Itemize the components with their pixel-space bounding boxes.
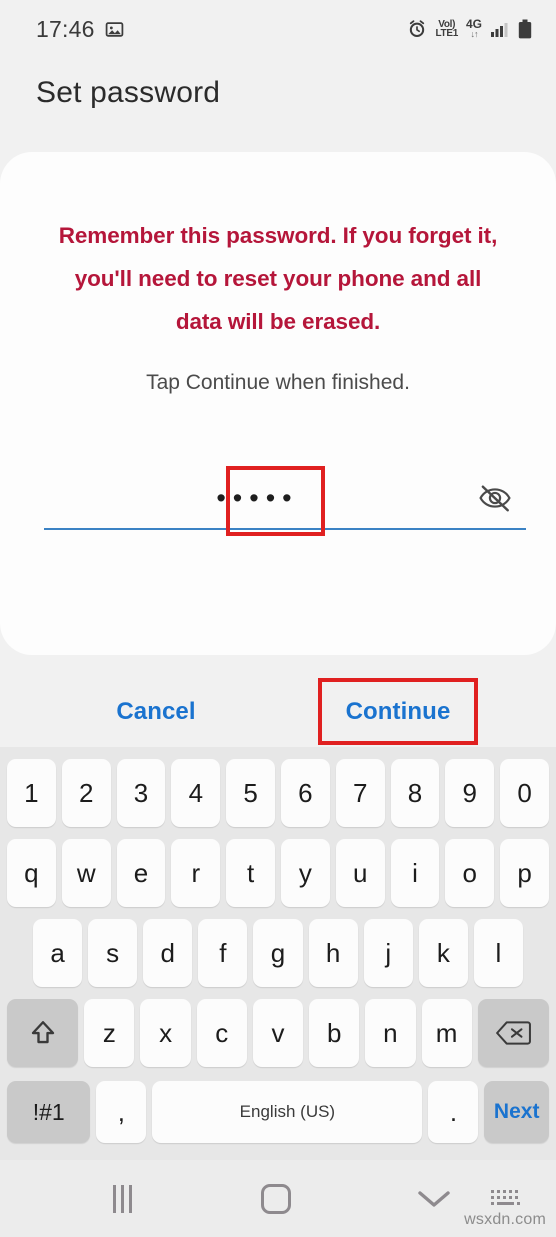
network-type-indicator: 4G ↓↑ [465, 17, 482, 39]
key-5[interactable]: 5 [226, 759, 275, 827]
space-key[interactable]: English (US) [152, 1081, 423, 1143]
key-s[interactable]: s [88, 919, 138, 987]
signal-bars-icon [490, 20, 510, 38]
key-z[interactable]: z [84, 999, 135, 1067]
key-o[interactable]: o [445, 839, 495, 907]
watermark: wsxdn.com [464, 1211, 546, 1228]
keyboard-row-space: !#1 , English (US) . Next [4, 1073, 552, 1151]
key-e[interactable]: e [116, 839, 166, 907]
key-h[interactable]: h [308, 919, 358, 987]
hint-text: Tap Continue when finished. [146, 371, 410, 394]
key-f[interactable]: f [198, 919, 248, 987]
warning-text: Remember this password. If you forget it… [58, 223, 498, 334]
backspace-icon[interactable] [477, 999, 549, 1067]
key-m[interactable]: m [421, 999, 472, 1067]
key-y[interactable]: y [281, 839, 330, 907]
recents-icon[interactable] [86, 1160, 158, 1237]
key-k[interactable]: k [418, 919, 468, 987]
key-g[interactable]: g [253, 919, 303, 987]
highlight-box-password [226, 466, 325, 536]
status-bar: 17:46 Vol) LTE1 4G ↓↑ [0, 0, 556, 58]
key-6[interactable]: 6 [281, 759, 330, 827]
data-arrows-icon: ↓↑ [470, 29, 478, 39]
home-square [261, 1183, 291, 1214]
image-icon [105, 20, 124, 39]
eye-off-icon[interactable] [464, 483, 526, 513]
keyboard-row-top: q w e r t y u i o p [4, 833, 552, 913]
recents-bars [112, 1184, 132, 1213]
key-q[interactable]: q [7, 839, 56, 907]
alarm-icon [407, 19, 427, 39]
cancel-button[interactable]: Cancel [76, 678, 236, 745]
keyboard-row-bottom: z x c v b n m [4, 993, 552, 1073]
key-w[interactable]: w [61, 839, 111, 907]
comma-key[interactable]: , [96, 1081, 147, 1143]
key-3[interactable]: 3 [116, 759, 166, 827]
key-r[interactable]: r [171, 839, 221, 907]
key-p[interactable]: p [500, 839, 549, 907]
status-bar-right: Vol) LTE1 4G ↓↑ [407, 17, 532, 39]
on-screen-keyboard[interactable]: 1 2 3 4 5 6 7 8 9 0 q w e r t y u i o p … [0, 747, 556, 1160]
status-bar-left: 17:46 [36, 16, 124, 43]
page-title: Set password [36, 76, 221, 109]
period-key[interactable]: . [428, 1081, 479, 1143]
collapse-keyboard-icon[interactable] [398, 1160, 470, 1237]
network-type-label: 4G [465, 17, 482, 31]
volte-bottom-label: LTE1 [435, 28, 458, 39]
key-u[interactable]: u [335, 839, 385, 907]
dialog-actions: Cancel Continue [0, 678, 556, 745]
key-8[interactable]: 8 [390, 759, 440, 827]
keyboard-row-numbers: 1 2 3 4 5 6 7 8 9 0 [4, 753, 552, 833]
home-icon[interactable] [240, 1160, 312, 1237]
key-1[interactable]: 1 [7, 759, 56, 827]
key-n[interactable]: n [365, 999, 416, 1067]
key-c[interactable]: c [196, 999, 247, 1067]
key-b[interactable]: b [309, 999, 360, 1067]
key-0[interactable]: 0 [500, 759, 549, 827]
keyboard-row-home: a s d f g h j k l [4, 913, 552, 993]
key-a[interactable]: a [33, 919, 83, 987]
status-clock: 17:46 [36, 15, 95, 42]
volte-indicator: Vol) LTE1 [435, 20, 458, 39]
key-7[interactable]: 7 [335, 759, 385, 827]
battery-icon [518, 19, 532, 39]
continue-button[interactable]: Continue [318, 678, 478, 745]
key-2[interactable]: 2 [61, 759, 111, 827]
enter-next-key[interactable]: Next [484, 1081, 549, 1143]
key-v[interactable]: v [252, 999, 304, 1067]
key-4[interactable]: 4 [171, 759, 221, 827]
key-i[interactable]: i [390, 839, 440, 907]
shift-icon[interactable] [7, 999, 79, 1067]
key-t[interactable]: t [226, 839, 275, 907]
key-j[interactable]: j [363, 919, 413, 987]
key-d[interactable]: d [143, 919, 193, 987]
key-9[interactable]: 9 [445, 759, 495, 827]
key-x[interactable]: x [140, 999, 191, 1067]
password-card: Remember this password. If you forget it… [0, 152, 556, 655]
key-l[interactable]: l [473, 919, 523, 987]
symbols-key[interactable]: !#1 [7, 1081, 91, 1143]
